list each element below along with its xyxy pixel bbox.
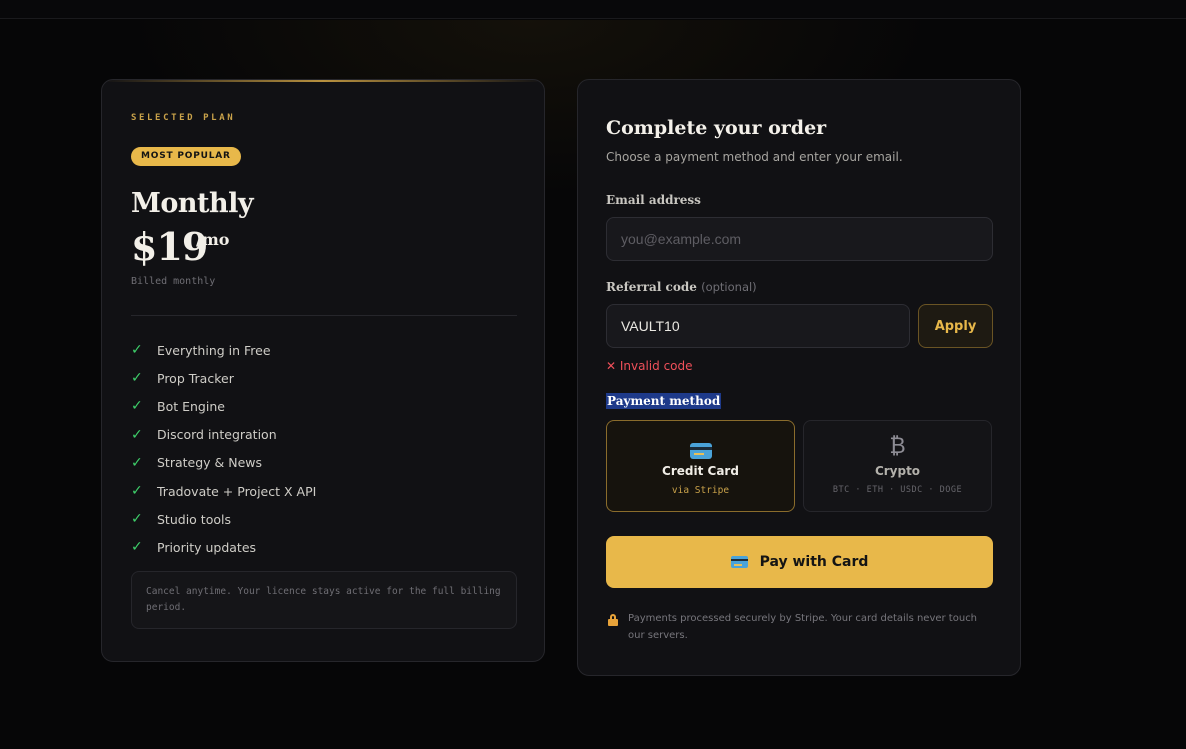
plan-price-unit: /mo bbox=[196, 230, 230, 249]
feature-label: Tradovate + Project X API bbox=[157, 483, 317, 499]
cancellation-note: Cancel anytime. Your licence stays activ… bbox=[131, 571, 517, 629]
feature-item: ✓ Bot Engine bbox=[131, 392, 316, 420]
pay-with-card-button[interactable]: Pay with Card bbox=[606, 536, 993, 588]
check-icon: ✓ bbox=[131, 370, 143, 387]
plan-card: SELECTED PLAN MOST POPULAR Monthly $19 /… bbox=[101, 79, 545, 662]
pay-button-label: Pay with Card bbox=[759, 554, 869, 570]
feature-label: Strategy & News bbox=[157, 455, 263, 471]
feature-label: Discord integration bbox=[157, 427, 277, 443]
check-icon: ✓ bbox=[131, 454, 143, 471]
email-label: Email address bbox=[606, 193, 701, 207]
payment-option-sub: via Stripe bbox=[671, 485, 730, 496]
payment-option-title: Crypto bbox=[874, 464, 921, 478]
feature-item: ✓ Strategy & News bbox=[131, 449, 316, 477]
secure-payment-note: Payments processed securely by Stripe. Y… bbox=[608, 610, 993, 644]
check-icon: ✓ bbox=[131, 539, 143, 556]
secure-note-text: Payments processed securely by Stripe. Y… bbox=[628, 613, 978, 641]
feature-item: ✓ Studio tools bbox=[131, 505, 316, 533]
feature-label: Priority updates bbox=[157, 539, 257, 555]
feature-item: ✓ Everything in Free bbox=[131, 336, 316, 364]
payment-option-title: Credit Card bbox=[662, 464, 739, 478]
feature-item: ✓ Tradovate + Project X API bbox=[131, 477, 316, 505]
order-card: Complete your order Choose a payment met… bbox=[577, 79, 1021, 676]
plan-name: Monthly bbox=[131, 188, 254, 219]
divider bbox=[131, 315, 517, 316]
feature-item: ✓ Discord integration bbox=[131, 421, 316, 449]
payment-method-label: Payment method bbox=[606, 393, 722, 409]
feature-item: ✓ Prop Tracker bbox=[131, 364, 316, 392]
most-popular-badge: MOST POPULAR bbox=[131, 147, 241, 166]
check-icon: ✓ bbox=[131, 483, 143, 500]
referral-code-input[interactable] bbox=[606, 304, 910, 348]
check-icon: ✓ bbox=[131, 342, 143, 359]
order-subtitle: Choose a payment method and enter your e… bbox=[606, 150, 903, 164]
credit-card-icon bbox=[730, 556, 748, 568]
referral-label: Referral code (optional) bbox=[606, 280, 757, 294]
feature-label: Prop Tracker bbox=[157, 370, 234, 386]
feature-label: Bot Engine bbox=[157, 398, 225, 414]
invalid-code-error: ✕ Invalid code bbox=[606, 359, 693, 373]
payment-option-credit-card[interactable]: Credit Card via Stripe bbox=[606, 420, 795, 512]
payment-option-crypto[interactable]: ₿ Crypto BTC · ETH · USDC · DOGE bbox=[803, 420, 992, 512]
feature-list: ✓ Everything in Free ✓ Prop Tracker ✓ Bot E… bbox=[131, 336, 316, 562]
bitcoin-icon: ₿ bbox=[889, 434, 906, 459]
feature-item: ✓ Priority updates bbox=[131, 533, 316, 561]
optional-hint: (optional) bbox=[701, 280, 757, 294]
email-field[interactable] bbox=[606, 217, 993, 261]
credit-card-icon bbox=[607, 443, 794, 459]
feature-label: Studio tools bbox=[157, 511, 231, 527]
check-icon: ✓ bbox=[131, 398, 143, 415]
apply-button[interactable]: Apply bbox=[918, 304, 993, 348]
lock-icon bbox=[608, 614, 618, 626]
order-title: Complete your order bbox=[606, 117, 827, 139]
referral-label-text: Referral code bbox=[606, 280, 697, 294]
check-icon: ✓ bbox=[131, 426, 143, 443]
top-bar bbox=[0, 0, 1186, 19]
check-icon: ✓ bbox=[131, 511, 143, 528]
plan-card-accent bbox=[102, 80, 544, 82]
plan-eyebrow: SELECTED PLAN bbox=[131, 113, 236, 123]
feature-label: Everything in Free bbox=[157, 342, 271, 358]
billing-period: Billed monthly bbox=[131, 276, 216, 287]
payment-option-sub: BTC · ETH · USDC · DOGE bbox=[832, 485, 963, 495]
